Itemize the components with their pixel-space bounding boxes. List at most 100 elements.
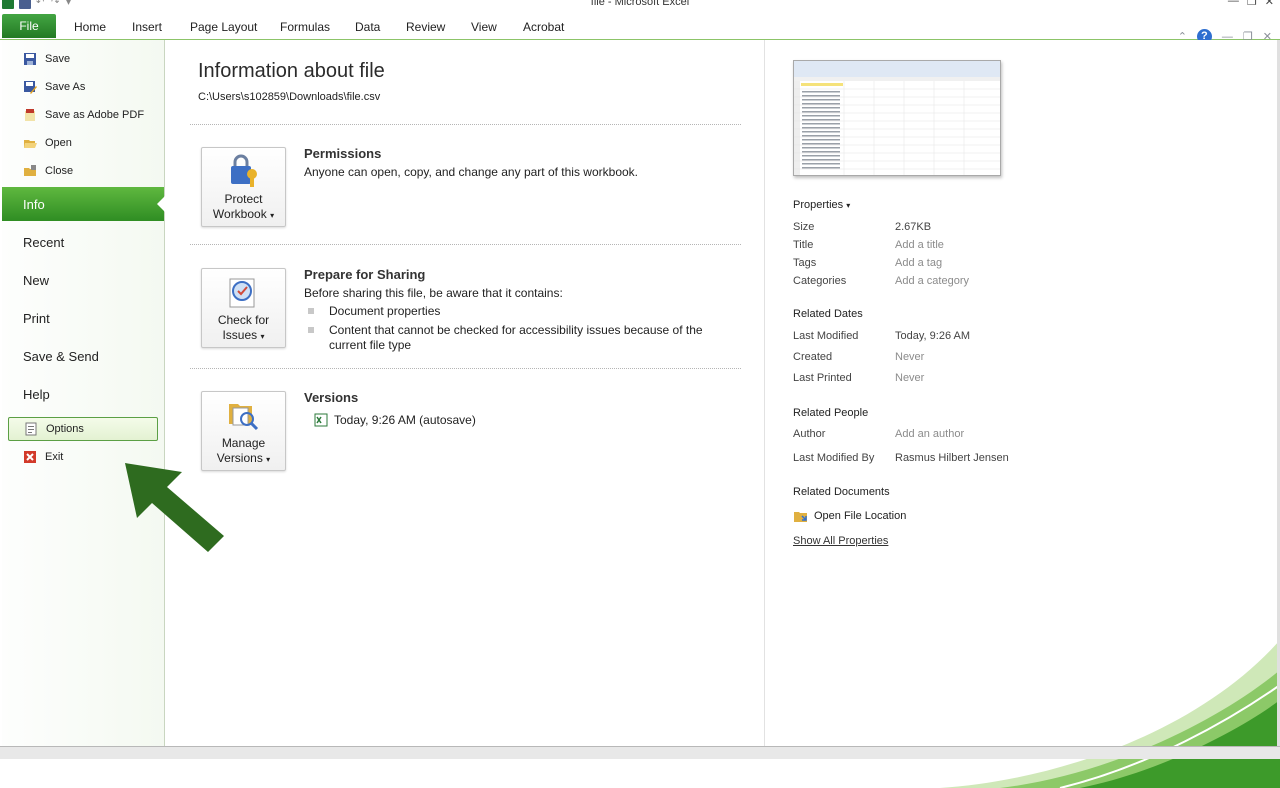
protect-line2-text: Workbook	[212, 207, 267, 221]
check-line2: Issues ▾	[202, 328, 285, 344]
versions-line2: Versions ▾	[202, 451, 285, 467]
nav-open-label: Open	[45, 137, 72, 149]
versions-title: Versions	[304, 390, 359, 405]
nav-recent[interactable]: Recent	[2, 225, 164, 259]
versions-icon	[229, 404, 259, 431]
properties-header: Properties	[793, 199, 844, 211]
author-field[interactable]: Add an author	[895, 428, 964, 440]
taskbar-strip	[0, 746, 1280, 759]
title-label: Title	[793, 239, 814, 251]
tab-page-layout[interactable]: Page Layout	[190, 20, 257, 34]
adobe-pdf-icon	[25, 109, 35, 121]
nav-exit-label: Exit	[45, 451, 64, 463]
sharing-item: Document properties	[329, 304, 441, 318]
decorative-swoosh-icon	[940, 640, 1280, 788]
protect-workbook-label: Protect Workbook ▾	[202, 192, 285, 223]
last-printed-label: Last Printed	[793, 372, 852, 384]
window-controls: — ❐ ✕	[1228, 0, 1274, 8]
bullet-icon	[308, 308, 314, 314]
last-modified-value: Today, 9:26 AM	[895, 330, 971, 342]
restore-icon[interactable]: ❐	[1247, 0, 1257, 8]
tab-view[interactable]: View	[471, 20, 497, 34]
lock-key-icon	[231, 154, 257, 187]
nav-save-as-label: Save As	[45, 81, 86, 93]
nav-options-label: Options	[46, 423, 84, 435]
nav-save-send[interactable]: Save & Send	[2, 339, 164, 373]
size-label: Size	[793, 221, 815, 233]
permissions-title: Permissions	[304, 146, 382, 161]
nav-save-as-pdf-label: Save as Adobe PDF	[45, 109, 145, 121]
nav-close-label: Close	[45, 165, 74, 177]
divider	[190, 124, 741, 125]
tab-data[interactable]: Data	[355, 20, 380, 34]
protect-workbook-button[interactable]: Protect Workbook ▾	[201, 147, 286, 227]
tab-acrobat[interactable]: Acrobat	[523, 20, 564, 34]
dropdown-icon: ▾	[270, 211, 275, 220]
size-value: 2.67KB	[895, 221, 932, 233]
nav-help[interactable]: Help	[2, 377, 164, 411]
close-folder-icon	[24, 165, 36, 176]
options-icon	[25, 422, 37, 436]
nav-close[interactable]: Close	[8, 160, 156, 182]
manage-versions-button[interactable]: Manage Versions ▾	[201, 391, 286, 471]
check-line2-text: Issues	[222, 328, 258, 342]
nav-print-label: Print	[23, 310, 50, 326]
title-bar: ↶ ↷ ▾ file - Microsoft Excel — ❐ ✕	[0, 0, 1280, 12]
tab-file[interactable]: File	[2, 14, 56, 38]
show-all-properties-link[interactable]: Show All Properties	[793, 535, 888, 547]
workbook-thumbnail	[793, 60, 1001, 176]
properties-dropdown[interactable]: Properties ▾	[793, 199, 850, 211]
backstage-nav: Save Save As Save as Adobe PDF Open Clos…	[2, 40, 165, 748]
nav-save-label: Save	[45, 53, 71, 65]
categories-field[interactable]: Add a category	[895, 275, 969, 287]
versions-line1: Manage	[221, 436, 266, 450]
check-for-issues-button[interactable]: Check for Issues ▾	[201, 268, 286, 348]
inspect-document-icon	[229, 278, 255, 308]
nav-save-send-label: Save & Send	[23, 348, 99, 364]
tab-insert[interactable]: Insert	[132, 20, 162, 34]
tags-field[interactable]: Add a tag	[895, 257, 942, 269]
protect-line2: Workbook ▾	[202, 207, 285, 223]
tab-formulas[interactable]: Formulas	[280, 20, 330, 34]
backstage-view: Save Save As Save as Adobe PDF Open Clos…	[0, 40, 1280, 788]
manage-versions-label: Manage Versions ▾	[202, 436, 285, 467]
version-entry-text: Today, 9:26 AM (autosave)	[334, 413, 476, 427]
sharing-text: Before sharing this file, be aware that …	[304, 286, 563, 300]
last-modified-by-label: Last Modified By	[793, 452, 875, 464]
thumbnail-preview-icon	[794, 61, 1000, 175]
related-documents-header: Related Documents	[793, 486, 890, 498]
bullet-icon	[308, 327, 314, 333]
chevron-down-icon: ▾	[846, 201, 851, 210]
tab-review[interactable]: Review	[406, 20, 445, 34]
author-label: Author	[793, 428, 826, 440]
open-file-location-link[interactable]: Open File Location	[793, 508, 906, 524]
protect-line1: Protect	[224, 192, 263, 206]
related-people-header: Related People	[793, 407, 869, 419]
tab-home[interactable]: Home	[74, 20, 106, 34]
nav-new-label: New	[23, 272, 50, 288]
dropdown-icon: ▾	[266, 455, 271, 464]
minimize-icon[interactable]: —	[1228, 0, 1239, 8]
divider	[190, 368, 741, 369]
version-entry[interactable]: Today, 9:26 AM (autosave)	[314, 413, 476, 427]
folder-icon	[794, 512, 807, 522]
created-label: Created	[793, 351, 833, 363]
nav-help-label: Help	[23, 386, 50, 402]
check-for-issues-label: Check for Issues ▾	[202, 313, 285, 344]
nav-new[interactable]: New	[2, 263, 164, 297]
tags-label: Tags	[793, 257, 817, 269]
window-title: file - Microsoft Excel	[590, 0, 690, 8]
nav-options[interactable]: Options	[8, 417, 158, 441]
nav-info[interactable]: Info	[2, 187, 165, 221]
nav-save-as-pdf[interactable]: Save as Adobe PDF	[8, 104, 156, 126]
ribbon-tabs: Home Insert Page Layout Formulas Data Re…	[0, 12, 1280, 44]
related-dates-header: Related Dates	[793, 308, 863, 320]
close-window-icon[interactable]: ✕	[1265, 0, 1274, 8]
dropdown-icon: ▾	[260, 332, 265, 341]
nav-print[interactable]: Print	[2, 301, 164, 335]
nav-save[interactable]: Save	[8, 48, 156, 70]
permissions-text: Anyone can open, copy, and change any pa…	[304, 165, 638, 179]
nav-save-as[interactable]: Save As	[8, 76, 156, 98]
title-field[interactable]: Add a title	[895, 239, 944, 251]
nav-open[interactable]: Open	[8, 132, 156, 154]
